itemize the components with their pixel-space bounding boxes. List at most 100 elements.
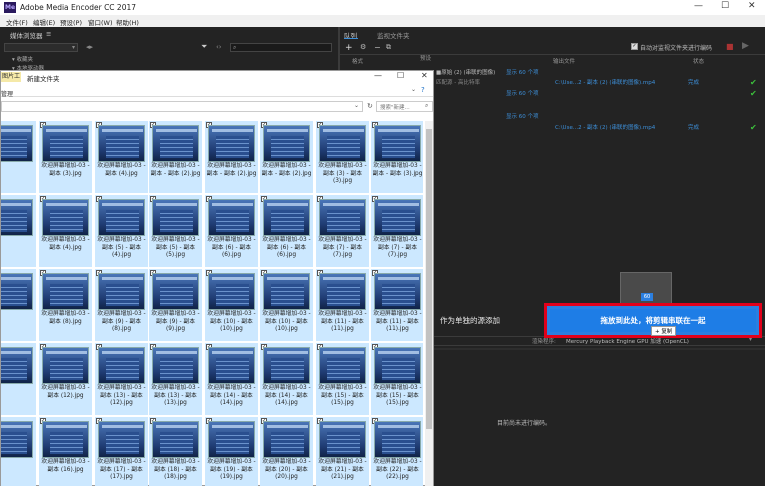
- menu-edit[interactable]: 编辑(E): [33, 17, 55, 27]
- menu-window[interactable]: 窗口(W): [88, 17, 113, 27]
- nav-back-icon[interactable]: ◂▸: [86, 43, 93, 51]
- image-file-thumbnail[interactable]: ✓欢迎屏幕增加-03 - 副本 (6) - 副本 (6).jpg: [260, 195, 313, 267]
- image-file-thumbnail[interactable]: ✓欢迎屏幕增加-03 - 副本 (14) - 副本 (14).jpg: [260, 343, 313, 415]
- image-file-thumbnail[interactable]: ✓欢迎屏幕增加-03 - 副本 (22) - 副本 (22).jpg: [371, 417, 423, 486]
- close-button[interactable]: ✕: [748, 1, 756, 11]
- ribbon-tab-picture-tools[interactable]: 图片工具: [1, 72, 21, 90]
- image-file-thumbnail[interactable]: ✓欢迎屏幕增加-03 - 副本 (14) - 副本 (14).jpg: [205, 343, 258, 415]
- refresh-icon[interactable]: ↻: [367, 102, 373, 110]
- image-file-thumbnail[interactable]: ✓欢迎屏幕增加-03 - 副本 (18) - 副本 (18).jpg: [149, 417, 202, 486]
- scrollbar-thumb[interactable]: [426, 129, 432, 429]
- image-preview: [152, 347, 199, 384]
- ribbon-manage[interactable]: 管理: [1, 89, 13, 98]
- drive-dropdown[interactable]: ▾: [4, 43, 78, 52]
- image-file-thumbnail[interactable]: ✓欢迎屏幕增加-03 - 副本 (3) - 副本 (3).jpg: [316, 121, 369, 193]
- add-source-icon[interactable]: +: [345, 43, 353, 53]
- item-output-path[interactable]: C:\Use...2 - 副本 (2) (串联的图像).mp4: [555, 78, 655, 86]
- file-name-label: 欢迎屏幕增加-03 - 副本 (17) - 副本 (17).jpg: [97, 459, 146, 480]
- search-icon: ⌕: [425, 102, 429, 109]
- media-search-input[interactable]: ⌕: [230, 43, 332, 52]
- image-file-thumbnail[interactable]: ✓欢迎屏幕增加-03 - 副本 (7) - 副本 (7).jpg: [316, 195, 369, 267]
- image-file-thumbnail[interactable]: ✓欢迎屏幕增加-03 - 副本 (6) - 副本 (6).jpg: [205, 195, 258, 267]
- image-file-thumbnail[interactable]: ✓欢迎屏幕增加-03 - 副本 (12).jpg: [39, 343, 92, 415]
- tree-favorites[interactable]: ▾ 收藏夹: [12, 55, 33, 63]
- explorer-close-button[interactable]: ✕: [421, 71, 428, 80]
- image-file-thumbnail[interactable]: ✓欢迎屏幕增加-03 - 副本 (10) - 副本 (10).jpg: [205, 269, 258, 341]
- file-name-label: 欢迎屏幕增加-03 - 副本 (14) - 副本 (14).jpg: [262, 385, 311, 406]
- item-preset[interactable]: 匹配源 - 高比特率: [436, 78, 480, 86]
- image-file-thumbnail[interactable]: ✓欢迎屏幕增加-03 - 副本 (10) - 副本 (10).jpg: [260, 269, 313, 341]
- maximize-button[interactable]: ☐: [721, 1, 729, 11]
- col-format[interactable]: 格式: [352, 57, 363, 65]
- vertical-scrollbar[interactable]: [425, 121, 433, 486]
- explorer-ribbon: 管理 ⌄ ?: [1, 83, 433, 98]
- image-file-thumbnail[interactable]: ✓欢迎屏幕增加-03 - 副本 (9) - 副本 (9).jpg: [149, 269, 202, 341]
- image-file-thumbnail[interactable]: ✓欢迎屏幕增加-03 - 副本 (20) - 副本 (20).jpg: [260, 417, 313, 486]
- col-preset[interactable]: 预设: [420, 54, 431, 62]
- tab-watch-folders[interactable]: 监视文件夹: [377, 30, 410, 40]
- image-file-thumbnail[interactable]: ✓欢迎屏幕增加-03 - 副本 (4).jpg: [95, 121, 148, 193]
- panel-menu-icon[interactable]: ≡: [46, 30, 51, 38]
- item-output-path[interactable]: C:\Use...2 - 副本 (2) (串联的图像).mp4: [555, 123, 655, 131]
- explorer-maximize-button[interactable]: ☐: [397, 71, 404, 80]
- image-file-thumbnail[interactable]: ✓: [1, 195, 36, 267]
- explorer-search-input[interactable]: 搜索"新建... ⌕: [376, 101, 433, 112]
- image-file-thumbnail[interactable]: ✓: [1, 343, 36, 415]
- menu-preset[interactable]: 预设(P): [60, 17, 82, 27]
- image-file-thumbnail[interactable]: ✓欢迎屏幕增加-03 - 副本 (16).jpg: [39, 417, 92, 486]
- image-preview: [208, 421, 255, 458]
- image-file-thumbnail[interactable]: ✓: [1, 269, 36, 341]
- image-file-thumbnail[interactable]: ✓欢迎屏幕增加-03 - 副本 (17) - 副本 (17).jpg: [95, 417, 148, 486]
- image-file-thumbnail[interactable]: ✓欢迎屏幕增加-03 - 副本 (8).jpg: [39, 269, 92, 341]
- file-name-label: 欢迎屏幕增加-03 - 副本 (14) - 副本 (14).jpg: [207, 385, 256, 406]
- active-tab-underline: [344, 38, 358, 39]
- image-file-thumbnail[interactable]: ✓欢迎屏幕增加-03 - 副本 (9) - 副本 (8).jpg: [95, 269, 148, 341]
- address-bar[interactable]: ⌄: [1, 101, 363, 112]
- image-file-thumbnail[interactable]: ✓欢迎屏幕增加-03 - 副本 (7) - 副本 (7).jpg: [371, 195, 423, 267]
- file-name-label: 欢迎屏幕增加-03 - 副本 (19) - 副本 (19).jpg: [207, 459, 256, 480]
- menu-file[interactable]: 文件(F): [6, 17, 28, 27]
- col-status[interactable]: 状态: [693, 57, 704, 65]
- image-file-thumbnail[interactable]: ✓: [1, 417, 36, 486]
- image-file-thumbnail[interactable]: ✓欢迎屏幕增加-03 - 副本 - 副本 (2).jpg: [205, 121, 258, 193]
- col-output[interactable]: 输出文件: [553, 57, 575, 65]
- image-file-thumbnail[interactable]: ✓欢迎屏幕增加-03 - 副本 (4).jpg: [39, 195, 92, 267]
- window-title: Adobe Media Encoder CC 2017: [20, 3, 137, 12]
- file-name-label: 欢迎屏幕增加-03 - 副本 (5) - 副本 (5).jpg: [151, 237, 200, 258]
- expand-ribbon-icon[interactable]: ⌄: [411, 86, 416, 93]
- image-file-thumbnail[interactable]: ✓: [1, 121, 36, 193]
- settings-icon[interactable]: ⚙: [360, 43, 366, 51]
- image-file-thumbnail[interactable]: ✓欢迎屏幕增加-03 - 副本 (13) - 副本 (12).jpg: [95, 343, 148, 415]
- image-file-thumbnail[interactable]: ✓欢迎屏幕增加-03 - 副本 (3).jpg: [39, 121, 92, 193]
- renderer-select[interactable]: Mercury Playback Engine GPU 加速 (OpenCL): [566, 337, 689, 345]
- image-file-thumbnail[interactable]: ✓欢迎屏幕增加-03 - 副本 - 副本 (3).jpg: [371, 121, 423, 193]
- image-file-thumbnail[interactable]: ✓欢迎屏幕增加-03 - 副本 (15) - 副本 (15).jpg: [316, 343, 369, 415]
- item-duration[interactable]: 显示 60 个项: [506, 89, 539, 97]
- remove-icon[interactable]: −: [374, 43, 381, 52]
- image-file-thumbnail[interactable]: ✓欢迎屏幕增加-03 - 副本 (15) - 副本 (15).jpg: [371, 343, 423, 415]
- stop-icon[interactable]: ■: [726, 42, 734, 51]
- auto-encode-checkbox[interactable]: ✓: [631, 43, 638, 50]
- duplicate-icon[interactable]: ⧉: [386, 43, 391, 52]
- image-file-thumbnail[interactable]: ✓欢迎屏幕增加-03 - 副本 (5) - 副本 (5).jpg: [149, 195, 202, 267]
- item-duration[interactable]: 显示 60 个项: [506, 68, 539, 76]
- image-file-thumbnail[interactable]: ✓欢迎屏幕增加-03 - 副本 - 副本 (2).jpg: [260, 121, 313, 193]
- menu-help[interactable]: 帮助(H): [116, 17, 139, 27]
- add-as-separate-source-zone[interactable]: 作为单独的源添加: [440, 315, 500, 326]
- start-queue-icon[interactable]: ▶: [742, 41, 749, 51]
- image-file-thumbnail[interactable]: ✓欢迎屏幕增加-03 - 副本 - 副本 (2).jpg: [149, 121, 202, 193]
- tab-media-browser[interactable]: 媒体浏览器: [10, 30, 43, 40]
- view-toggle-icon[interactable]: ‹›: [216, 43, 222, 51]
- image-file-thumbnail[interactable]: ✓欢迎屏幕增加-03 - 副本 (13) - 副本 (13).jpg: [149, 343, 202, 415]
- image-file-thumbnail[interactable]: ✓欢迎屏幕增加-03 - 副本 (5) - 副本 (4).jpg: [95, 195, 148, 267]
- title-bar: Me Adobe Media Encoder CC 2017 — ☐ ✕: [0, 0, 765, 15]
- minimize-button[interactable]: —: [694, 1, 703, 11]
- item-duration[interactable]: 显示 60 个项: [506, 112, 539, 120]
- image-file-thumbnail[interactable]: ✓欢迎屏幕增加-03 - 副本 (21) - 副本 (21).jpg: [316, 417, 369, 486]
- filter-icon[interactable]: ⏷: [201, 42, 207, 52]
- image-file-thumbnail[interactable]: ✓欢迎屏幕增加-03 - 副本 (19) - 副本 (19).jpg: [205, 417, 258, 486]
- image-file-thumbnail[interactable]: ✓欢迎屏幕增加-03 - 副本 (11) - 副本 (11).jpg: [316, 269, 369, 341]
- explorer-minimize-button[interactable]: —: [374, 71, 382, 80]
- image-file-thumbnail[interactable]: ✓欢迎屏幕增加-03 - 副本 (11) - 副本 (11).jpg: [371, 269, 423, 341]
- help-icon[interactable]: ?: [421, 86, 425, 94]
